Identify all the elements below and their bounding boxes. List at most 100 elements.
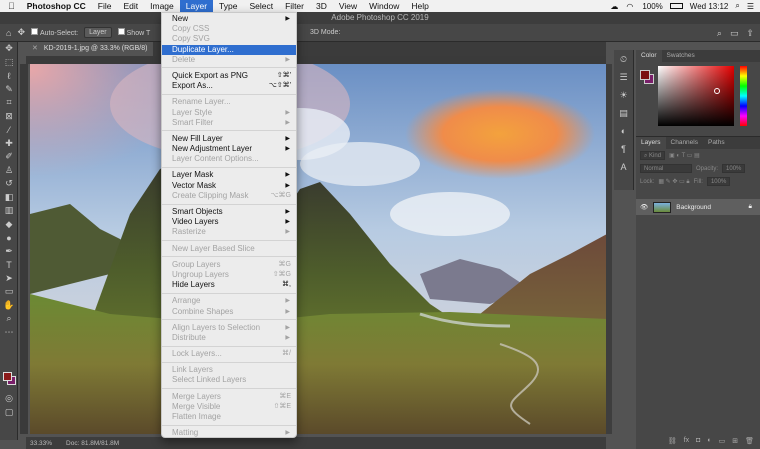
- hand-tool-icon[interactable]: ✋: [0, 299, 18, 313]
- styles-icon[interactable]: ◐: [614, 122, 633, 140]
- history-brush-tool-icon[interactable]: ↺: [0, 177, 18, 191]
- healing-brush-tool-icon[interactable]: ✚: [0, 137, 18, 151]
- battery-percent[interactable]: 100%: [642, 2, 662, 11]
- dodge-tool-icon[interactable]: ●: [0, 231, 18, 245]
- color-field[interactable]: [658, 66, 734, 126]
- menu-filter[interactable]: Filter: [279, 0, 310, 12]
- folder-icon[interactable]: ▭: [719, 437, 726, 445]
- menu-item-vector-mask[interactable]: Vector Mask ▶: [162, 181, 296, 191]
- tab-channels[interactable]: Channels: [666, 137, 703, 149]
- trash-icon[interactable]: 🗑︎: [745, 437, 754, 445]
- opacity-input[interactable]: 100%: [722, 164, 746, 173]
- frame-tool-icon[interactable]: ⊠: [0, 110, 18, 124]
- home-icon[interactable]: ⌂: [6, 28, 11, 38]
- blur-tool-icon[interactable]: ◆: [0, 218, 18, 232]
- menu-select[interactable]: Select: [243, 0, 279, 12]
- menu-help[interactable]: Help: [405, 0, 434, 12]
- canvas-scrollbar-vertical[interactable]: [606, 64, 612, 434]
- menu-edit[interactable]: Edit: [117, 0, 144, 12]
- tab-paths[interactable]: Paths: [703, 137, 730, 149]
- character-icon[interactable]: A: [614, 158, 633, 176]
- tab-swatches[interactable]: Swatches: [662, 50, 700, 62]
- new-layer-icon[interactable]: ⊞: [732, 437, 738, 445]
- blend-mode-dropdown[interactable]: Normal: [640, 164, 692, 173]
- menu-item-duplicate-layer[interactable]: Duplicate Layer...: [162, 44, 296, 55]
- menu-item-export-as[interactable]: Export As... ⌥⇧⌘': [162, 81, 296, 91]
- menu-3d[interactable]: 3D: [310, 0, 333, 12]
- menu-photoshop-cc[interactable]: Photoshop CC: [21, 0, 92, 12]
- color-picker-handle[interactable]: [714, 88, 720, 94]
- menu-file[interactable]: File: [92, 0, 118, 12]
- visibility-eye-icon[interactable]: 👁︎: [640, 203, 648, 211]
- auto-select-dropdown[interactable]: Layer: [84, 27, 112, 38]
- type-tool-icon[interactable]: T: [0, 258, 18, 272]
- menu-item-new-adjustment-layer[interactable]: New Adjustment Layer ▶: [162, 144, 296, 154]
- move-tool-icon[interactable]: ✥: [17, 27, 25, 38]
- share-icon[interactable]: ⇪: [746, 28, 754, 39]
- menu-view[interactable]: View: [333, 0, 363, 12]
- lasso-tool-icon[interactable]: ℓ: [0, 69, 18, 83]
- menu-item-video-layers[interactable]: Video Layers ▶: [162, 217, 296, 227]
- workspace-icon[interactable]: ▭: [730, 28, 739, 39]
- menu-image[interactable]: Image: [144, 0, 180, 12]
- tab-color[interactable]: Color: [636, 50, 662, 62]
- document-tab[interactable]: ✕ KD-2019-1.jpg @ 33.3% (RGB/8): [26, 42, 154, 56]
- menu-window[interactable]: Window: [363, 0, 405, 12]
- menu-item-hide-layers[interactable]: Hide Layers ⌘,: [162, 280, 296, 290]
- gradient-tool-icon[interactable]: ▥: [0, 204, 18, 218]
- clock[interactable]: Wed 13:12: [690, 2, 729, 11]
- marquee-tool-icon[interactable]: ⬚: [0, 56, 18, 70]
- path-selection-tool-icon[interactable]: ➤: [0, 272, 18, 286]
- search-icon[interactable]: ⌕: [735, 1, 739, 11]
- wifi-icon[interactable]: ◠: [626, 2, 635, 11]
- zoom-tool-icon[interactable]: ⌕: [0, 312, 18, 326]
- hue-slider[interactable]: [740, 66, 747, 126]
- eyedropper-tool-icon[interactable]: ⁄: [0, 123, 18, 137]
- auto-select-checkbox[interactable]: Auto-Select:: [30, 28, 78, 37]
- clone-stamp-tool-icon[interactable]: ♙: [0, 164, 18, 178]
- tab-layers[interactable]: Layers: [636, 137, 666, 149]
- menu-item-smart-objects[interactable]: Smart Objects ▶: [162, 207, 296, 217]
- link-icon[interactable]: ⛓: [668, 437, 677, 445]
- fill-input[interactable]: 100%: [706, 177, 731, 186]
- document-canvas[interactable]: [30, 64, 607, 434]
- crop-tool-icon[interactable]: ⌗: [0, 96, 18, 110]
- adjustment-icon[interactable]: ◐: [707, 437, 711, 445]
- control-center-icon[interactable]: ☰: [747, 2, 754, 11]
- pen-tool-icon[interactable]: ✒: [0, 245, 18, 259]
- brush-tool-icon[interactable]: ✐: [0, 150, 18, 164]
- menu-item-quick-export-as-png[interactable]: Quick Export as PNG ⇧⌘': [162, 71, 296, 81]
- menu-type[interactable]: Type: [213, 0, 243, 12]
- show-transform-checkbox[interactable]: Show T: [117, 28, 150, 37]
- libraries-icon[interactable]: ▤: [614, 104, 633, 122]
- screen-mode-icon[interactable]: ▢: [0, 406, 18, 420]
- zoom-level[interactable]: 33.33%: [30, 440, 52, 447]
- filter-icons[interactable]: ▣ ◐ T ▭ ▤: [669, 152, 700, 159]
- battery-icon[interactable]: [669, 3, 683, 9]
- mask-icon[interactable]: ◘: [696, 437, 700, 445]
- adjustments-icon[interactable]: ☀: [614, 86, 633, 104]
- search-icon[interactable]: ⌕: [717, 28, 722, 39]
- history-icon[interactable]: ⏲: [614, 50, 633, 68]
- lock-icon[interactable]: 🔒︎: [749, 203, 752, 211]
- apple-icon[interactable]: : [0, 1, 21, 11]
- menu-item-new-fill-layer[interactable]: New Fill Layer ▶: [162, 134, 296, 144]
- quick-mask-icon[interactable]: ◎: [0, 392, 18, 406]
- properties-icon[interactable]: ☰: [614, 68, 633, 86]
- foreground-color-swatch[interactable]: [640, 70, 650, 80]
- shape-tool-icon[interactable]: ▭: [0, 285, 18, 299]
- close-tab-icon[interactable]: ✕: [32, 45, 38, 52]
- menu-layer[interactable]: Layer: [179, 0, 214, 12]
- more-tools-icon[interactable]: ⋯: [0, 326, 18, 340]
- move-tool-icon[interactable]: ✥: [0, 42, 18, 56]
- paragraph-icon[interactable]: ¶: [614, 140, 633, 158]
- layer-row[interactable]: 👁︎ Background 🔒︎: [636, 199, 760, 215]
- menu-item-new[interactable]: New ▶: [162, 14, 296, 24]
- menu-item-layer-mask[interactable]: Layer Mask ▶: [162, 170, 296, 180]
- eraser-tool-icon[interactable]: ◧: [0, 191, 18, 205]
- cloud-icon[interactable]: ☁: [610, 2, 619, 11]
- kind-filter-dropdown[interactable]: ⌕ Kind: [640, 151, 666, 160]
- lock-icons[interactable]: ▦ ✎ ✥ ▭ 🔒︎: [658, 178, 689, 186]
- fx-icon[interactable]: fx: [684, 437, 689, 445]
- quick-select-tool-icon[interactable]: ✎: [0, 83, 18, 97]
